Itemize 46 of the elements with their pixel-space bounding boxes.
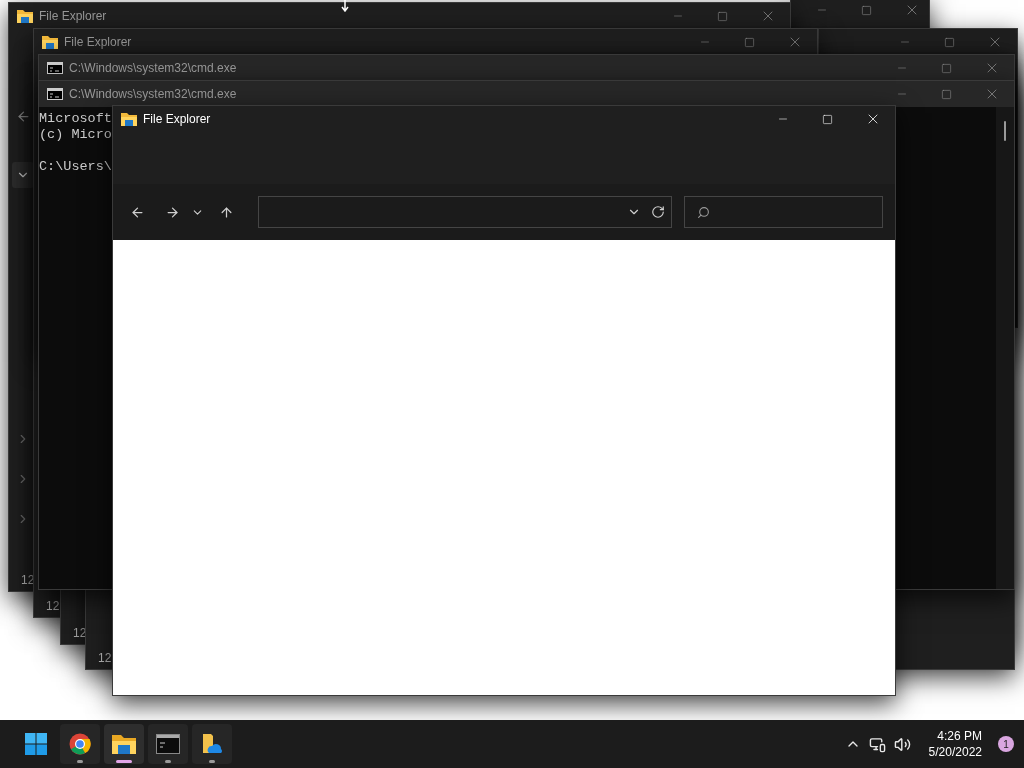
folder-icon [112,734,136,754]
maximize-icon [744,36,755,48]
maximize-icon [861,4,872,16]
maximize-icon [941,88,952,100]
status-text: 12 [46,599,60,613]
console-line: (c) Micro [39,127,112,143]
date-text: 5/20/2022 [928,744,982,760]
network-icon[interactable] [868,735,886,753]
maximize-icon [717,10,728,22]
folder-icon [121,112,137,126]
window-title: C:\Windows\system32\cmd.exe [69,61,237,75]
window-title: File Explorer [39,9,107,23]
notification-badge[interactable]: 1 [998,736,1014,752]
back-icon [130,204,146,220]
taskbar-app[interactable] [148,724,188,764]
scrollbar[interactable] [996,107,1014,589]
nav-expander[interactable] [12,162,34,188]
terminal-icon [47,62,63,74]
browser-icon [69,733,91,755]
maximize-icon [941,62,952,74]
folder-icon [17,9,33,23]
taskbar-app[interactable] [104,724,144,764]
status-text: 12 [98,651,112,665]
console-line: Microsoft [39,111,112,127]
clock[interactable]: 4:26 PM 5/20/2022 [928,728,982,760]
window-title: C:\Windows\system32\cmd.exe [69,87,237,101]
search-icon [696,205,710,219]
forward-icon [164,204,180,220]
taskbar-app[interactable] [192,724,232,764]
maximize-icon [944,36,955,48]
address-bar[interactable] [258,196,672,228]
refresh-icon [650,205,665,219]
maximize-icon [822,113,833,125]
time-text: 4:26 PM [937,728,982,744]
window-title: File Explorer [143,112,211,126]
volume-icon[interactable] [893,735,911,753]
up-icon [218,204,234,220]
taskbar-app[interactable] [60,724,100,764]
console-prompt: C:\Users\ [39,159,112,175]
folder-icon [42,35,58,49]
windows-logo-icon [25,733,47,755]
cloud-folder-icon [201,733,223,755]
window-title: File Explorer [64,35,132,49]
terminal-icon [47,88,63,100]
search-field[interactable] [683,196,883,228]
terminal-icon [156,734,180,754]
